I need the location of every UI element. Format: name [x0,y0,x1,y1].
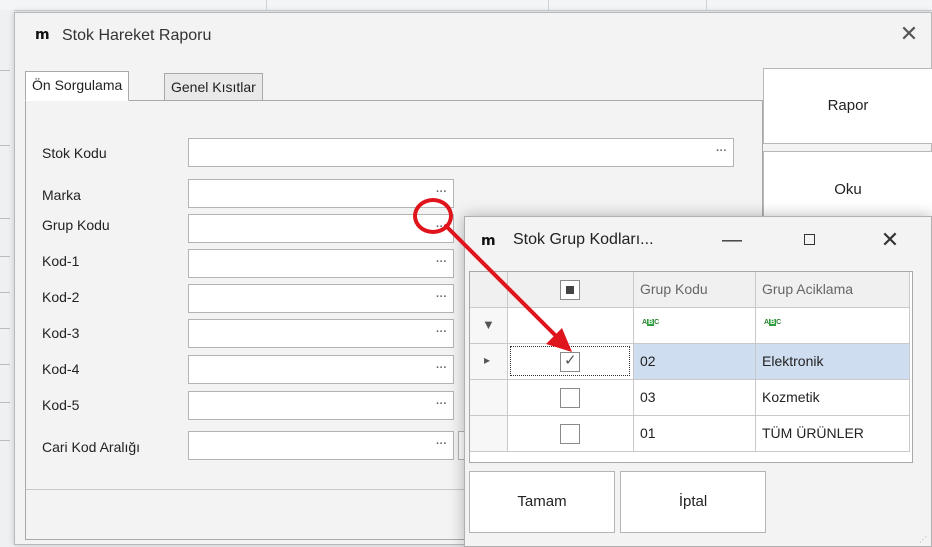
annotation-arrow [444,224,572,352]
